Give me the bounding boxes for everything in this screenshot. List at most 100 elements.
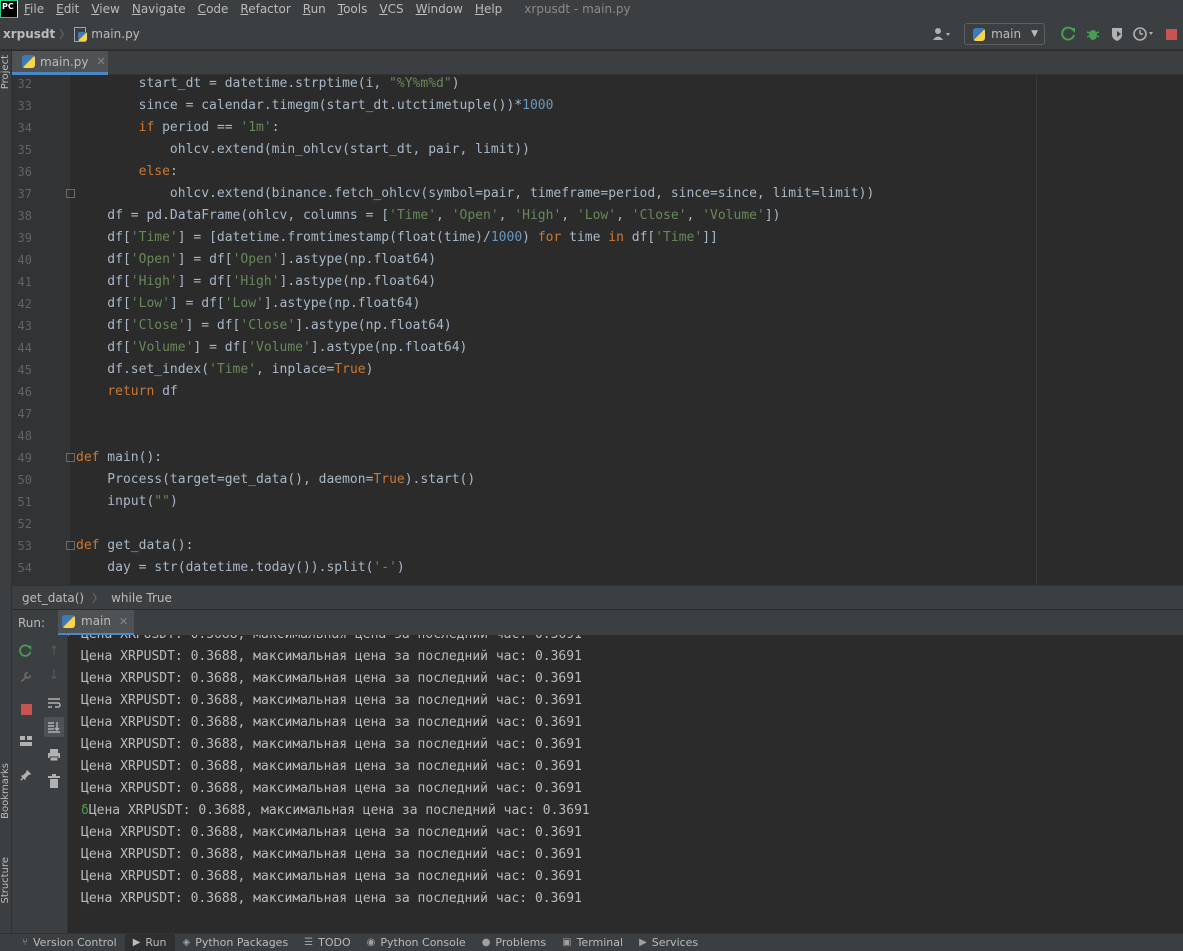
wrench-icon[interactable] [16,667,36,687]
code-line: 37 ohlcv.extend(binance.fetch_ohlcv(symb… [12,183,1183,205]
run-configuration-select[interactable]: main ▼ [964,23,1045,45]
line-number: 38 [17,209,32,223]
stop-icon[interactable] [16,699,36,719]
run-tab-main[interactable]: main ✕ [58,609,134,636]
tab-main-py[interactable]: main.py ✕ [12,51,108,75]
code-line: 53 def get_data(): [12,535,1183,557]
menu-edit[interactable]: Edit [50,2,85,16]
bookmarks-tool-tab[interactable]: Bookmarks [0,763,12,819]
menu-file[interactable]: File [18,2,50,16]
arrow-up-icon[interactable]: ↑ [44,641,64,661]
packages-icon: ◈ [182,937,191,948]
code-text: def main(): [76,450,163,465]
code-text: start_dt = datetime.strptime(i, "%Y%m%d"… [76,76,460,91]
code-text: if period == '1m': [138,120,280,135]
code-line: 35 ohlcv.extend(min_ohlcv(start_dt, pair… [12,139,1183,161]
problems-label: Problems [495,936,547,949]
console-line: δЦена XRPUSDT: 0.3688, максимальная цена… [81,803,590,818]
menu-tools[interactable]: Tools [332,2,374,16]
run-icon: ▶ [132,937,141,948]
run-toolbar-primary [12,635,40,933]
services-button[interactable]: ▶ Services [631,934,706,951]
menu-help[interactable]: Help [469,2,508,16]
pin-icon[interactable] [16,765,36,785]
services-icon: ▶ [639,937,647,948]
run-console-output[interactable]: Цена XRPUSDT: 0.3688, максимальная цена … [69,635,1183,933]
debug-icon[interactable] [1081,22,1105,46]
nav-file-name[interactable]: main.py [91,27,140,41]
run-button[interactable]: ▶ Run [124,933,175,951]
python-file-icon [74,26,88,42]
menu-code[interactable]: Code [192,2,235,16]
code-text: df['High'] = df['High'].astype(np.float6… [76,274,437,289]
console-line: Цена XRPUSDT: 0.3688, максимальная цена … [81,737,582,752]
menu-bar: PC File Edit View Navigate Code Refactor… [0,0,1183,18]
fold-marker-icon[interactable] [66,541,75,550]
soft-wrap-icon[interactable] [44,693,64,713]
line-number: 41 [17,275,32,289]
line-number: 50 [17,473,32,487]
breadcrumb-loop[interactable]: while True [111,591,172,605]
run-tab-label: main [81,614,111,628]
breadcrumb: get_data() 〉 while True [12,585,1183,609]
python-console-icon: ◉ [366,937,376,948]
problems-icon: ● [481,937,491,948]
problems-button[interactable]: ● Problems [474,934,554,951]
line-number: 53 [17,539,32,553]
chevron-right-icon: 〉 [59,27,71,41]
menu-window[interactable]: Window [410,2,469,16]
run-configuration-label: main [991,27,1022,41]
rerun-icon[interactable] [1057,22,1081,46]
stop-icon[interactable] [1159,22,1183,46]
menu-refactor[interactable]: Refactor [234,2,296,16]
menu-navigate[interactable]: Navigate [126,2,192,16]
version-control-button[interactable]: ⑂ Version Control [0,934,125,951]
python-packages-button[interactable]: ◈ Python Packages [175,934,297,951]
code-text: df = pd.DataFrame(ohlcv, columns = ['Tim… [76,208,781,223]
menu-view[interactable]: View [85,2,125,16]
line-number: 33 [17,99,32,113]
code-line: 45 df.set_index('Time', inplace=True) [12,359,1183,381]
code-line: 32 start_dt = datetime.strptime(i, "%Y%m… [12,75,1183,95]
rerun-icon[interactable] [16,641,36,661]
close-icon[interactable]: ✕ [97,55,106,68]
user-icon[interactable] [926,22,958,46]
trash-icon[interactable] [44,771,64,791]
code-line: 40 df['Open'] = df['Open'].astype(np.flo… [12,249,1183,271]
line-number: 40 [17,253,32,267]
close-icon[interactable]: ✕ [119,615,128,628]
line-number: 51 [17,495,32,509]
scroll-to-end-icon[interactable] [44,717,64,737]
arrow-down-icon[interactable]: ↓ [44,665,64,685]
code-text: Process(target=get_data(), daemon=True).… [76,472,476,487]
line-number: 47 [17,407,32,421]
structure-tool-tab[interactable]: Structure [0,857,12,904]
line-number: 34 [17,121,32,135]
code-line: 33 since = calendar.timegm(start_dt.utct… [12,95,1183,117]
menu-vcs[interactable]: VCS [373,2,409,16]
code-editor[interactable]: 32 start_dt = datetime.strptime(i, "%Y%m… [12,75,1183,585]
fold-marker-icon[interactable] [66,453,75,462]
line-number: 54 [17,561,32,575]
todo-button[interactable]: ☰ TODO [296,934,358,951]
terminal-button[interactable]: ▣ Terminal [554,934,631,951]
print-icon[interactable] [44,745,64,765]
nav-project-name[interactable]: xrpusdt [0,27,55,41]
line-number: 37 [17,187,32,201]
breadcrumb-function[interactable]: get_data() [22,591,84,605]
console-line: Цена XRPUSDT: 0.3688, максимальная цена … [81,759,582,774]
left-tool-strip: Project Bookmarks Structure [0,51,12,933]
code-text: else: [138,164,178,179]
chevron-right-icon: 〉 [92,591,104,605]
code-text: since = calendar.timegm(start_dt.utctime… [76,98,554,113]
profile-icon[interactable] [1129,22,1159,46]
console-line: Цена XRPUSDT: 0.3688, максимальная цена … [81,693,582,708]
coverage-icon[interactable] [1105,22,1129,46]
project-tool-tab[interactable]: Project [0,55,12,89]
console-line: Цена XRPUSDT: 0.3688, максимальная цена … [81,825,582,840]
menu-run[interactable]: Run [297,2,332,16]
layout-icon[interactable] [16,731,36,751]
python-console-button[interactable]: ◉ Python Console [359,934,474,951]
run-panel-label: Run: [18,615,46,630]
fold-marker-icon[interactable] [66,189,75,198]
